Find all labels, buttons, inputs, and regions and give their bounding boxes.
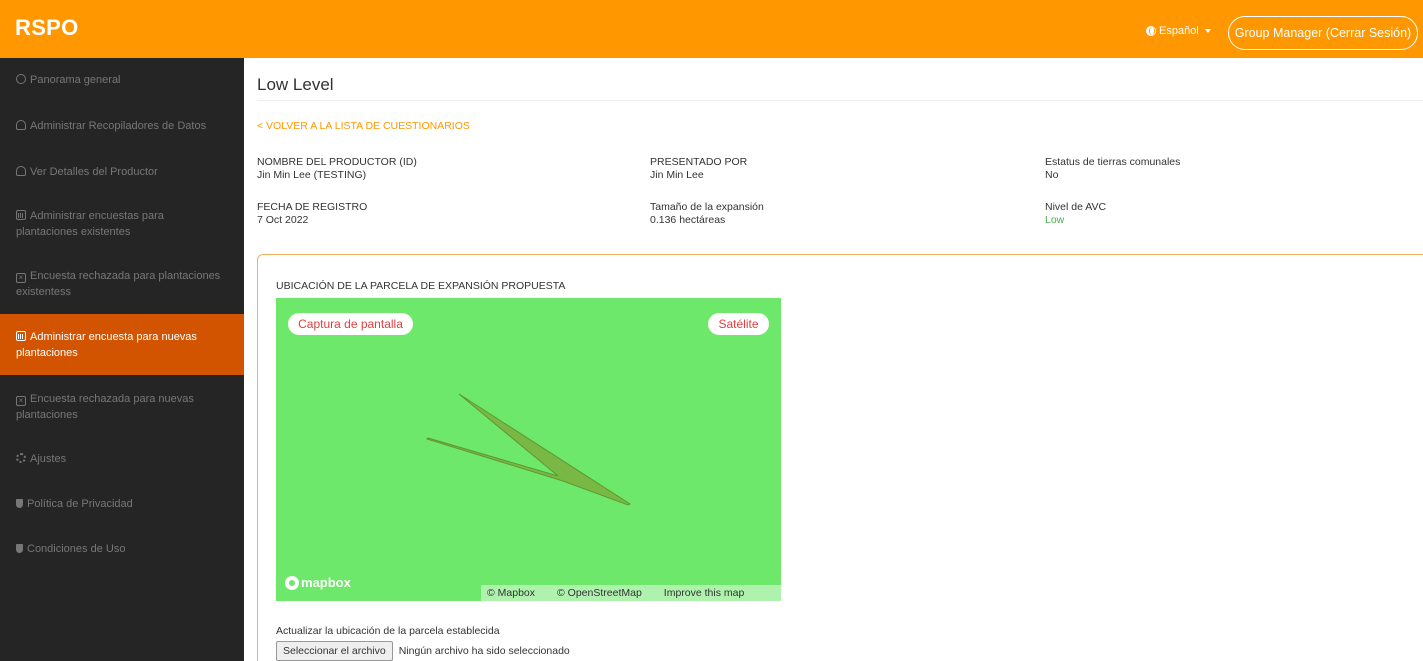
- field-value: No: [1045, 169, 1059, 181]
- back-to-list-link[interactable]: < VOLVER A LA LISTA DE CUESTIONARIOS: [257, 120, 470, 132]
- registration-date-field: FECHA DE REGISTRO 7 Oct 2022: [257, 201, 367, 227]
- sidebar-item-producer-details[interactable]: Ver Detalles del Productor: [0, 164, 244, 180]
- field-value: Jin Min Lee (TESTING): [257, 169, 367, 181]
- field-label: NOMBRE DEL PRODUCTOR (ID): [257, 156, 417, 168]
- shield-icon: [16, 544, 23, 553]
- expansion-size-field: Tamaño de la expansión 0.136 hectáreas: [650, 201, 764, 227]
- gear-icon: [16, 453, 26, 463]
- field-value: 0.136 hectáreas: [650, 214, 726, 226]
- improve-map-link[interactable]: Improve this map: [664, 587, 745, 599]
- caret-down-icon: [1204, 29, 1211, 33]
- sidebar-item-rejected-new[interactable]: × Encuesta rechazada para nuevas plantaci…: [0, 391, 244, 423]
- sidebar-item-existing-surveys[interactable]: Administrar encuestas para plantaciones …: [0, 208, 244, 240]
- sidebar-item-label: Ver Detalles del Productor: [30, 166, 158, 178]
- sidebar-item-settings[interactable]: Ajustes: [0, 451, 244, 467]
- mapbox-logo-text: mapbox: [301, 575, 351, 590]
- producer-field: NOMBRE DEL PRODUCTOR (ID) Jin Min Lee (T…: [257, 156, 417, 182]
- field-label: FECHA DE REGISTRO: [257, 201, 368, 213]
- sidebar-item-label: Administrar Recopiladores de Datos: [30, 120, 207, 132]
- sidebar-item-label: Condiciones de Uso: [27, 543, 126, 555]
- sidebar-item-data-collectors[interactable]: Administrar Recopiladores de Datos: [0, 118, 244, 134]
- sidebar-item-label: Encuesta rechazada para nuevas plantacio…: [16, 393, 194, 421]
- sidebar: Panorama general Administrar Recopilador…: [0, 58, 244, 661]
- file-input[interactable]: Seleccionar el archivo Ningún archivo ha…: [276, 641, 570, 661]
- field-label: PRESENTADO POR: [650, 156, 748, 168]
- osm-attribution-link[interactable]: © OpenStreetMap: [557, 587, 642, 599]
- panel-title: UBICACIÓN DE LA PARCELA DE EXPANSIÓN PRO…: [276, 280, 566, 292]
- users-icon: [16, 166, 26, 176]
- field-label: Nivel de AVC: [1045, 201, 1107, 213]
- sidebar-item-label: Panorama general: [30, 74, 121, 86]
- sidebar-item-terms[interactable]: Condiciones de Uso: [0, 541, 244, 557]
- file-status-text: Ningún archivo ha sido seleccionado: [398, 645, 570, 657]
- screenshot-button[interactable]: Captura de pantalla: [288, 313, 413, 335]
- field-label: Estatus de tierras comunales: [1045, 156, 1181, 168]
- top-bar: RSPO Español Group Manager (Cerrar Sesió…: [0, 0, 1423, 58]
- dashboard-icon: [16, 74, 26, 84]
- sidebar-item-label: Ajustes: [30, 453, 67, 465]
- brand-logo[interactable]: RSPO: [15, 15, 79, 41]
- logout-button[interactable]: Group Manager (Cerrar Sesión): [1228, 16, 1418, 50]
- parcel-polygon: [426, 393, 632, 506]
- land-status-field: Estatus de tierras comunales No: [1045, 156, 1180, 182]
- close-box-icon: ×: [16, 273, 26, 283]
- mapbox-icon: [285, 575, 299, 590]
- mapbox-logo[interactable]: mapbox: [285, 575, 351, 590]
- map-attribution: © Mapbox © OpenStreetMap Improve this ma…: [481, 585, 781, 601]
- choose-file-button[interactable]: Seleccionar el archivo: [276, 641, 393, 661]
- field-value: Jin Min Lee: [650, 169, 704, 181]
- main-content: Low Level < VOLVER A LA LISTA DE CUESTIO…: [244, 58, 1423, 661]
- close-box-icon: ×: [16, 396, 26, 406]
- mapbox-attribution-link[interactable]: © Mapbox: [487, 587, 535, 599]
- page-title: Low Level: [257, 75, 334, 94]
- sidebar-item-label: Política de Privacidad: [27, 498, 133, 510]
- language-label: Español: [1159, 25, 1199, 37]
- satellite-button[interactable]: Satélite: [708, 313, 769, 335]
- sidebar-item-label: Encuesta rechazada para plantaciones exi…: [16, 270, 221, 298]
- sidebar-item-overview[interactable]: Panorama general: [0, 72, 244, 88]
- bar-chart-icon: [16, 210, 26, 220]
- expansion-location-panel: UBICACIÓN DE LA PARCELA DE EXPANSIÓN PRO…: [257, 254, 1423, 661]
- avc-level-field: Nivel de AVC Low: [1045, 201, 1106, 227]
- sidebar-item-privacy[interactable]: Política de Privacidad: [0, 496, 244, 512]
- title-divider: [257, 100, 1423, 101]
- language-dropdown[interactable]: Español: [1146, 25, 1211, 37]
- users-icon: [16, 120, 26, 130]
- globe-icon: [1146, 26, 1156, 36]
- map-view[interactable]: Captura de pantalla Satélite mapbox © Ma…: [276, 298, 781, 601]
- sidebar-item-rejected-existing[interactable]: × Encuesta rechazada para plantaciones ex…: [0, 268, 244, 300]
- sidebar-item-new-surveys[interactable]: Administrar encuesta para nuevas plantac…: [0, 314, 244, 375]
- sidebar-item-label: Administrar encuesta para nuevas plantac…: [16, 331, 197, 359]
- avc-level-value: Low: [1045, 214, 1065, 226]
- sidebar-item-label: Administrar encuestas para plantaciones …: [16, 210, 164, 238]
- field-label: Tamaño de la expansión: [650, 201, 764, 213]
- submitted-by-field: PRESENTADO POR Jin Min Lee: [650, 156, 747, 182]
- shield-icon: [16, 499, 23, 508]
- update-location-label: Actualizar la ubicación de la parcela es…: [276, 625, 500, 637]
- field-value: 7 Oct 2022: [257, 214, 309, 226]
- bar-chart-icon: [16, 331, 26, 341]
